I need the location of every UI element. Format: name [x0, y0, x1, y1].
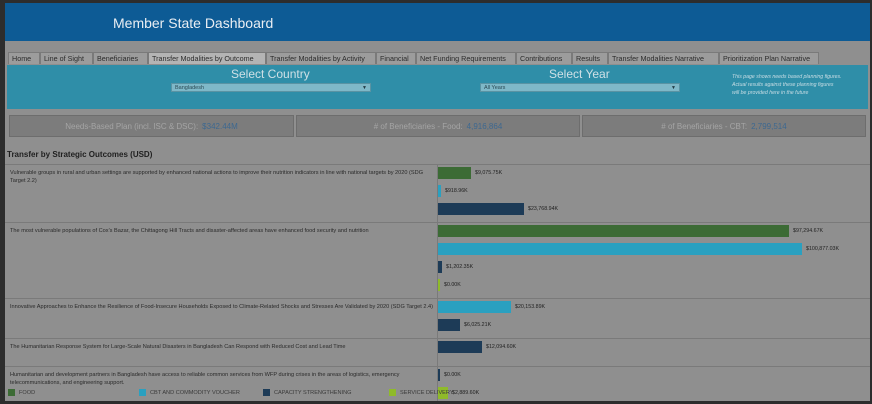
- chart-divider: [5, 298, 870, 299]
- chart-divider: [5, 222, 870, 223]
- bar-value-label: $23,768.94K: [528, 206, 559, 212]
- page-title: Member State Dashboard: [113, 15, 274, 31]
- bar-value-label: $97,294.67K: [793, 228, 824, 234]
- bar-capacity: [438, 341, 482, 353]
- bar-value-label: $918.96K: [445, 188, 468, 194]
- legend-label: CBT AND COMMODITY VOUCHER: [150, 390, 240, 396]
- kpi-value: 4,916,864: [466, 122, 503, 131]
- bar-cbt: [438, 243, 802, 255]
- bar-capacity: [438, 369, 440, 381]
- tab-contributions[interactable]: Contributions: [516, 52, 572, 64]
- tab-home[interactable]: Home: [8, 52, 40, 64]
- legend-item-food: FOOD: [8, 389, 35, 397]
- bar-value-label: $100,877.03K: [806, 246, 839, 252]
- section-title: Transfer by Strategic Outcomes (USD): [7, 150, 153, 159]
- planning-note: This page shows needs based planning fig…: [732, 73, 870, 97]
- bar-value-label: $0.00K: [444, 372, 461, 378]
- legend-swatch: [389, 389, 396, 397]
- legend-label: CAPACITY STRENGTHENING: [274, 390, 352, 396]
- kpi-beneficiaries-food: # of Beneficiaries - Food: 4,916,864: [296, 115, 580, 137]
- kpi-needs-based-plan: Needs-Based Plan (incl. ISC & DSC): $342.…: [9, 115, 294, 137]
- legend-swatch: [263, 389, 270, 397]
- outcome-text: Humanitarian and development partners in…: [10, 372, 400, 386]
- bar-value-label: $20,153.89K: [515, 304, 546, 310]
- legend-label: FOOD: [19, 390, 36, 396]
- kpi-beneficiaries-cbt: # of Beneficiaries - CBT: 2,799,514: [582, 115, 866, 137]
- tab-results[interactable]: Results: [572, 52, 608, 64]
- bar-value-label: $0.00K: [444, 282, 461, 288]
- tab-financial[interactable]: Financial: [376, 52, 416, 64]
- bar-value-label: $6,025.21K: [464, 322, 492, 328]
- kpi-label: # of Beneficiaries - CBT:: [661, 122, 748, 131]
- outcome-text: Vulnerable groups in rural and urban set…: [10, 170, 424, 184]
- planning-note-line: This page shows needs based planning fig…: [732, 74, 842, 80]
- dashboard-frame: Member State Dashboard Home Line of Sigh…: [5, 3, 870, 401]
- chevron-down-icon: ▼: [671, 85, 676, 91]
- country-label: Select Country: [231, 67, 310, 81]
- chart-divider: [5, 366, 870, 367]
- tab-transfer-modalities-by-activity[interactable]: Transfer Modalities by Activity: [266, 52, 376, 64]
- planning-note-line: Actual results against these planning fi…: [732, 82, 834, 88]
- year-select[interactable]: All Years ▼: [480, 83, 680, 92]
- bar-cbt: [438, 185, 441, 197]
- bar-capacity: [438, 319, 460, 331]
- bar-value-label: $2,889.60K: [452, 390, 480, 396]
- chart-divider: [5, 338, 870, 339]
- outcome-text: The most vulnerable populations of Cox's…: [10, 228, 369, 234]
- tab-prioritization-plan-narrative[interactable]: Prioritization Plan Narrative: [719, 52, 819, 64]
- bar-food: [438, 225, 789, 237]
- bar-value-label: $9,075.75K: [475, 170, 503, 176]
- bar-capacity: [438, 203, 524, 215]
- bar-capacity: [438, 261, 442, 273]
- tab-beneficiaries[interactable]: Beneficiaries: [93, 52, 148, 64]
- legend-item-capacity: CAPACITY STRENGTHENING: [263, 389, 352, 397]
- header-bar: Member State Dashboard: [5, 3, 870, 41]
- bar-cbt: [438, 301, 511, 313]
- kpi-value: $342.44M: [202, 122, 238, 131]
- chevron-down-icon: ▼: [362, 85, 367, 91]
- bar-value-label: $12,094.60K: [486, 344, 517, 350]
- legend-label: SERVICE DELIVERY: [400, 390, 454, 396]
- tab-transfer-modalities-narrative[interactable]: Transfer Modalities Narrative: [608, 52, 719, 64]
- tab-net-funding-requirements[interactable]: Net Funding Requirements: [416, 52, 516, 64]
- legend-swatch: [8, 389, 15, 397]
- bar-service: [438, 279, 440, 291]
- tab-transfer-modalities-by-outcome[interactable]: Transfer Modalities by Outcome: [148, 52, 266, 64]
- legend-swatch: [139, 389, 146, 397]
- kpi-label: Needs-Based Plan (incl. ISC & DSC):: [65, 122, 199, 131]
- bar-value-label: $1,202.35K: [446, 264, 474, 270]
- country-select[interactable]: Bangladesh ▼: [171, 83, 371, 92]
- outcome-text: The Humanitarian Response System for Lar…: [10, 344, 346, 350]
- tab-line-of-sight[interactable]: Line of Sight: [40, 52, 93, 64]
- year-select-value: All Years: [484, 85, 506, 91]
- legend-item-service: SERVICE DELIVERY: [389, 389, 454, 397]
- outcome-text: Innovative Approaches to Enhance the Res…: [10, 304, 433, 310]
- country-select-value: Bangladesh: [175, 85, 205, 91]
- tab-bar: Home Line of Sight Beneficiaries Transfe…: [5, 52, 870, 65]
- planning-note-line: will be provided here in the future: [732, 90, 809, 96]
- kpi-value: 2,799,514: [751, 122, 787, 131]
- legend-item-cbt: CBT AND COMMODITY VOUCHER: [139, 389, 240, 397]
- bar-food: [438, 167, 471, 179]
- kpi-label: # of Beneficiaries - Food:: [373, 122, 463, 131]
- year-label: Select Year: [549, 67, 610, 81]
